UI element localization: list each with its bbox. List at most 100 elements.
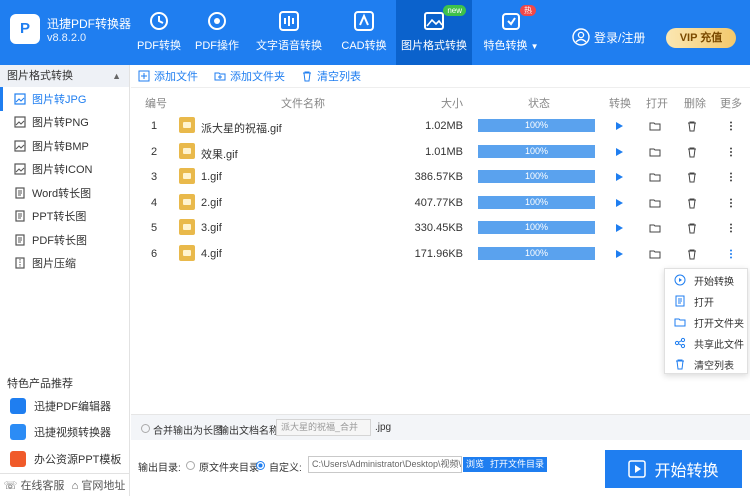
sidebar-item-to-png[interactable]: 图片转PNG (0, 111, 129, 135)
compress-icon (15, 257, 25, 269)
add-file-button[interactable]: 添加文件 (138, 68, 198, 84)
play-icon[interactable] (613, 120, 625, 132)
play-icon[interactable] (613, 222, 625, 234)
trash-icon[interactable] (686, 197, 698, 209)
sidebar-item-to-bmp[interactable]: 图片转BMP (0, 134, 129, 158)
more-vertical-icon[interactable] (725, 171, 737, 183)
nav-special-convert[interactable]: 热 特色转换 ▼ (472, 0, 550, 65)
radio-source-folder[interactable] (186, 461, 195, 470)
menu-open-folder[interactable]: 打开文件夹 (665, 312, 747, 332)
website-link[interactable]: ⌂ 官网地址 (72, 477, 126, 493)
menu-clear-list[interactable]: 清空列表 (665, 354, 747, 374)
folder-icon[interactable] (649, 197, 661, 209)
add-folder-button[interactable]: 添加文件夹 (214, 68, 285, 84)
row-status: 100% (524, 145, 549, 156)
row-progress-bar: 100% (478, 195, 595, 209)
table-row[interactable]: 2 效果.gif 1.01MB 100% (131, 140, 750, 166)
folder-icon[interactable] (649, 248, 661, 260)
more-vertical-icon[interactable] (725, 120, 737, 132)
row-filename: 1.gif (201, 171, 222, 184)
col-size: 大小 (441, 98, 463, 110)
menu-start-convert[interactable]: 开始转换 (665, 270, 747, 290)
nav-text-speech[interactable]: 文字语音转换 (246, 0, 332, 65)
promo-title: 特色产品推荐 (7, 378, 73, 390)
header-bar: P 迅捷PDF转换器 v8.8.2.0 PDF转换 PDF操作 文字语音转换 C… (0, 0, 750, 65)
home-icon: ⌂ (71, 480, 79, 492)
promo-video-converter[interactable]: 迅捷视频转换器 (10, 424, 111, 440)
sidebar-item-word-long[interactable]: Word转长图 (0, 181, 129, 205)
nav-image-convert[interactable]: new 图片格式转换 (396, 0, 472, 65)
sidebar-item-ppt-long[interactable]: PPT转长图 (0, 205, 129, 229)
table-row[interactable]: 6 4.gif 171.96KB 100% (131, 242, 750, 268)
table-row[interactable]: 1 派大星的祝福.gif 1.02MB 100% (131, 114, 750, 140)
clear-list-button[interactable]: 清空列表 (301, 68, 361, 84)
main-nav: PDF转换 PDF操作 文字语音转换 CAD转换 new 图片格式转换 热 特色… (130, 0, 550, 65)
promo-ppt-templates[interactable]: 办公资源PPT模板 (10, 451, 121, 467)
col-more: 更多 (720, 98, 742, 110)
trash-icon[interactable] (686, 146, 698, 158)
row-progress-bar: 100% (478, 221, 595, 235)
row-size: 1.02MB (425, 120, 463, 132)
special-icon (502, 13, 520, 30)
gif-file-icon (179, 117, 195, 133)
table-row[interactable]: 3 1.gif 386.57KB 100% (131, 165, 750, 191)
share-icon (674, 337, 686, 349)
row-index: 5 (151, 222, 158, 235)
open-output-folder-button[interactable]: 打开文件目录 (487, 457, 548, 472)
gif-file-icon (179, 219, 195, 236)
table-row[interactable]: 4 2.gif 407.77KB 100% (131, 191, 750, 217)
login-button[interactable]: 登录/注册 (572, 28, 645, 46)
col-open: 打开 (646, 98, 668, 110)
output-path-input[interactable]: C:\Users\Administrator\Desktop\视频\动图 (308, 456, 462, 473)
play-icon[interactable] (613, 248, 625, 260)
waveform-icon (279, 11, 299, 31)
folder-icon[interactable] (649, 120, 661, 132)
trash-icon[interactable] (686, 248, 698, 260)
document-icon (15, 210, 25, 222)
col-convert: 转换 (609, 98, 631, 110)
radio-custom-folder[interactable] (256, 461, 265, 470)
sidebar-item-pdf-long[interactable]: PDF转长图 (0, 228, 129, 252)
refresh-icon (150, 12, 168, 30)
nav-pdf-operate[interactable]: PDF操作 (188, 0, 246, 65)
folder-icon[interactable] (649, 222, 661, 234)
more-vertical-icon[interactable] (725, 197, 737, 209)
row-status: 100% (524, 248, 549, 258)
vip-recharge-button[interactable]: VIP 充值 (666, 28, 736, 48)
play-icon[interactable] (613, 171, 625, 183)
row-progress-bar: 100% (478, 144, 595, 158)
more-vertical-icon[interactable] (725, 222, 737, 234)
sidebar-title[interactable]: 图片格式转换 ▲ (0, 65, 129, 87)
trash-icon[interactable] (686, 171, 698, 183)
col-status: 状态 (528, 98, 550, 110)
browse-button[interactable]: 浏览 (463, 457, 488, 472)
nav-cad-convert[interactable]: CAD转换 (332, 0, 396, 65)
menu-share-file[interactable]: 共享此文件 (665, 333, 747, 353)
output-name-input[interactable]: 派大星的祝福_合并 (276, 419, 371, 436)
trash-icon[interactable] (686, 120, 698, 132)
row-status: 100% (524, 196, 549, 207)
trash-icon (303, 71, 311, 82)
folder-icon[interactable] (649, 146, 661, 158)
more-vertical-icon[interactable] (725, 146, 737, 158)
trash-icon[interactable] (686, 222, 698, 234)
play-icon[interactable] (613, 146, 625, 158)
source-folder-label: 原文件夹目录 (199, 463, 259, 474)
menu-open[interactable]: 打开 (665, 291, 747, 311)
play-icon[interactable] (613, 197, 625, 209)
table-row[interactable]: 5 3.gif 330.45KB 100% (131, 216, 750, 242)
start-convert-button[interactable]: 开始转换 (605, 450, 742, 488)
row-size: 386.57KB (414, 171, 463, 184)
play-circle-icon (674, 274, 686, 286)
sidebar-item-compress[interactable]: 图片压缩 (0, 252, 129, 276)
promo-pdf-editor[interactable]: 迅捷PDF编辑器 (10, 398, 111, 414)
folder-icon[interactable] (649, 171, 661, 183)
online-service-link[interactable]: ☏ 在线客服 (4, 477, 65, 493)
sidebar-item-to-jpg[interactable]: 图片转JPG (0, 87, 129, 111)
more-vertical-icon[interactable] (725, 248, 737, 260)
nav-pdf-convert[interactable]: PDF转换 (130, 0, 188, 65)
sidebar-item-to-icon[interactable]: 图片转ICON (0, 158, 129, 182)
row-filename: 4.gif (201, 248, 222, 260)
app-name: 迅捷PDF转换器 (47, 17, 132, 31)
merge-checkbox[interactable] (141, 424, 150, 433)
